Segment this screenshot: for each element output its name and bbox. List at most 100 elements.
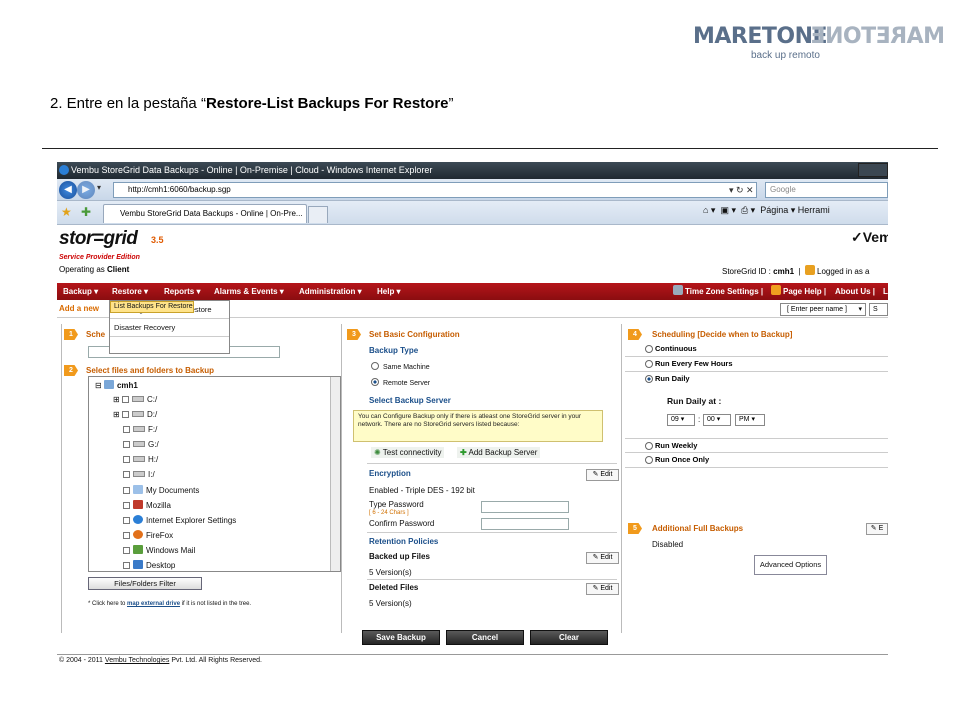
clear-button[interactable]: Clear [530, 630, 608, 645]
drive-icon [131, 396, 144, 402]
schedule-run-weekly[interactable]: Run Weekly [625, 438, 888, 453]
about-us-link[interactable]: About Us | [835, 283, 875, 300]
menu-alarms-events[interactable]: Alarms & Events ▾ [214, 283, 284, 300]
drive-icon [133, 456, 145, 462]
encryption-status: Enabled - Triple DES - 192 bit [369, 486, 475, 495]
radio-same-machine[interactable]: Same Machine [371, 362, 430, 371]
add-favorite-icon[interactable]: ✚ [81, 205, 91, 219]
type-password-input[interactable] [481, 501, 569, 513]
run-daily-at-label: Run Daily at : [667, 396, 722, 406]
menu-backup[interactable]: Backup ▾ [63, 283, 98, 300]
operating-as: Operating as Client [59, 265, 130, 274]
advanced-options-button[interactable]: Advanced Options [754, 555, 827, 575]
tree-item[interactable]: My Documents [123, 485, 199, 495]
back-icon[interactable]: ◀ [59, 181, 77, 199]
peer-extra-button[interactable]: S [869, 303, 888, 316]
confirm-password-label: Confirm Password [369, 519, 435, 528]
drive-icon [133, 471, 145, 477]
menu-reports[interactable]: Reports ▾ [164, 283, 200, 300]
map-external-drive-link[interactable]: map external drive [127, 601, 180, 607]
browser-tab[interactable]: Vembu StoreGrid Data Backups - Online | … [103, 204, 307, 223]
backup-type-title: Backup Type [369, 346, 419, 355]
copyright-footer: © 2004 - 2011 Vembu Technologies Pvt. Lt… [57, 654, 888, 666]
nav-dropdown-icon[interactable]: ▾ [97, 183, 101, 192]
file-tree[interactable]: ⊟ cmh1 ⊞ C:/ ⊞ D:/ F:/ G:/ H:/ I:/ My Do… [88, 376, 341, 572]
deleted-edit-button[interactable]: ✎ Edit [586, 583, 619, 595]
tree-item[interactable]: H:/ [123, 455, 158, 464]
add-backup-server-button[interactable]: ✚ Add Backup Server [457, 447, 541, 458]
tree-item[interactable]: G:/ [123, 440, 159, 449]
page-help-link[interactable]: Page Help | [771, 283, 826, 300]
tree-item[interactable]: Mozilla [123, 500, 171, 510]
deleted-files-label: Deleted Files [369, 583, 419, 592]
files-folders-filter-button[interactable]: Files/Folders Filter [88, 577, 202, 590]
forward-icon[interactable]: ▶ [77, 181, 95, 199]
tree-root[interactable]: ⊟ cmh1 [95, 380, 138, 390]
confirm-password-input[interactable] [481, 518, 569, 530]
tree-item[interactable]: FireFox [123, 530, 173, 540]
refresh-stop-icon[interactable]: ▾ ↻ ✕ [729, 182, 763, 198]
radio-remote-server[interactable]: Remote Server [371, 378, 430, 387]
configuration-column: 3 Set Basic Configuration Backup Type Sa… [345, 324, 622, 633]
encryption-edit-button[interactable]: ✎ Edit [586, 469, 619, 481]
schedule-run-once-only[interactable]: Run Once Only [625, 453, 888, 468]
search-input[interactable]: Google [765, 182, 888, 198]
encryption-title: Encryption [369, 469, 411, 478]
instruction-text: 2. Entre en la pestaña “Restore-List Bac… [50, 95, 454, 112]
menu-item-disaster-recovery[interactable]: Disaster Recovery [110, 319, 229, 337]
ampm-select[interactable]: PM ▾ [735, 414, 765, 426]
menu-administration[interactable]: Administration ▾ [299, 283, 362, 300]
schedule-continuous[interactable]: Continuous [625, 342, 888, 357]
full-backups-edit-button[interactable]: ✎ E [866, 523, 888, 535]
step-1-badge: 1 [64, 329, 78, 340]
full-backups-status: Disabled [652, 540, 684, 549]
menu-restore[interactable]: Restore ▾ [112, 283, 148, 300]
backed-up-edit-button[interactable]: ✎ Edit [586, 552, 619, 564]
tree-item[interactable]: F:/ [123, 425, 157, 434]
step-2-badge: 2 [64, 365, 78, 376]
tree-item[interactable]: Desktop [123, 560, 175, 570]
window-controls[interactable] [858, 163, 888, 177]
test-connectivity-button[interactable]: ✺ Test connectivity [371, 447, 445, 458]
type-password-label: Type Password [369, 500, 424, 509]
save-backup-button[interactable]: Save Backup [362, 630, 440, 645]
schedule-run-daily[interactable]: Run Daily [625, 372, 888, 387]
time-zone-settings-link[interactable]: Time Zone Settings | [673, 283, 763, 300]
ie-toolbar-tools[interactable]: ⌂ ▾ ▣ ▾ ⎙ ▾ Página ▾ Herrami [703, 205, 830, 216]
storegrid-logo: stor=grid [59, 228, 138, 249]
tab-bar: ★ ✚ Vembu StoreGrid Data Backups - Onlin… [57, 201, 888, 225]
tree-item[interactable]: ⊞ D:/ [113, 410, 157, 419]
tree-scrollbar[interactable] [330, 377, 340, 571]
help-icon [771, 285, 781, 295]
my-documents-icon [133, 485, 143, 494]
menu-item-list-backups-for-restore[interactable]: List Backups For Restore [110, 301, 194, 313]
add-new-label[interactable]: Add a new [59, 304, 99, 313]
tree-item[interactable]: I:/ [123, 470, 155, 479]
schedule-run-every-few-hours[interactable]: Run Every Few Hours [625, 357, 888, 372]
vembu-logo: ✓Vem [851, 229, 888, 245]
ie-settings-icon [133, 515, 143, 524]
tree-item[interactable]: ⊞ C:/ [113, 395, 157, 404]
menu-right-extra[interactable]: L [883, 283, 888, 300]
menu-help[interactable]: Help ▾ [377, 283, 401, 300]
step-1-title: Sche [86, 330, 106, 339]
step-5-title: Additional Full Backups [652, 524, 744, 533]
url-input[interactable]: http://cmh1:6060/backup.sgp [113, 182, 757, 198]
hour-select[interactable]: 09 ▾ [667, 414, 695, 426]
step-2-title: Select files and folders to Backup [86, 366, 215, 375]
tree-item[interactable]: Internet Explorer Settings [123, 515, 236, 525]
new-tab-button[interactable] [308, 206, 328, 223]
computer-icon [103, 380, 114, 389]
divider [42, 148, 938, 149]
password-length-hint: [ 6 - 24 Chars ] [369, 510, 409, 516]
storegrid-id: StoreGrid ID : cmh1 | Logged in as a [722, 265, 870, 276]
vembu-link[interactable]: Vembu Technologies [105, 657, 169, 664]
connectivity-icon: ✺ [374, 448, 381, 457]
favorites-star-icon[interactable]: ★ [61, 205, 72, 219]
minute-select[interactable]: 00 ▾ [703, 414, 731, 426]
peer-select[interactable]: [ Enter peer name ] ▾ [780, 303, 866, 316]
retention-title: Retention Policies [369, 537, 439, 546]
tree-item[interactable]: Windows Mail [123, 545, 195, 555]
window-title: Vembu StoreGrid Data Backups - Online | … [71, 165, 433, 175]
cancel-button[interactable]: Cancel [446, 630, 524, 645]
